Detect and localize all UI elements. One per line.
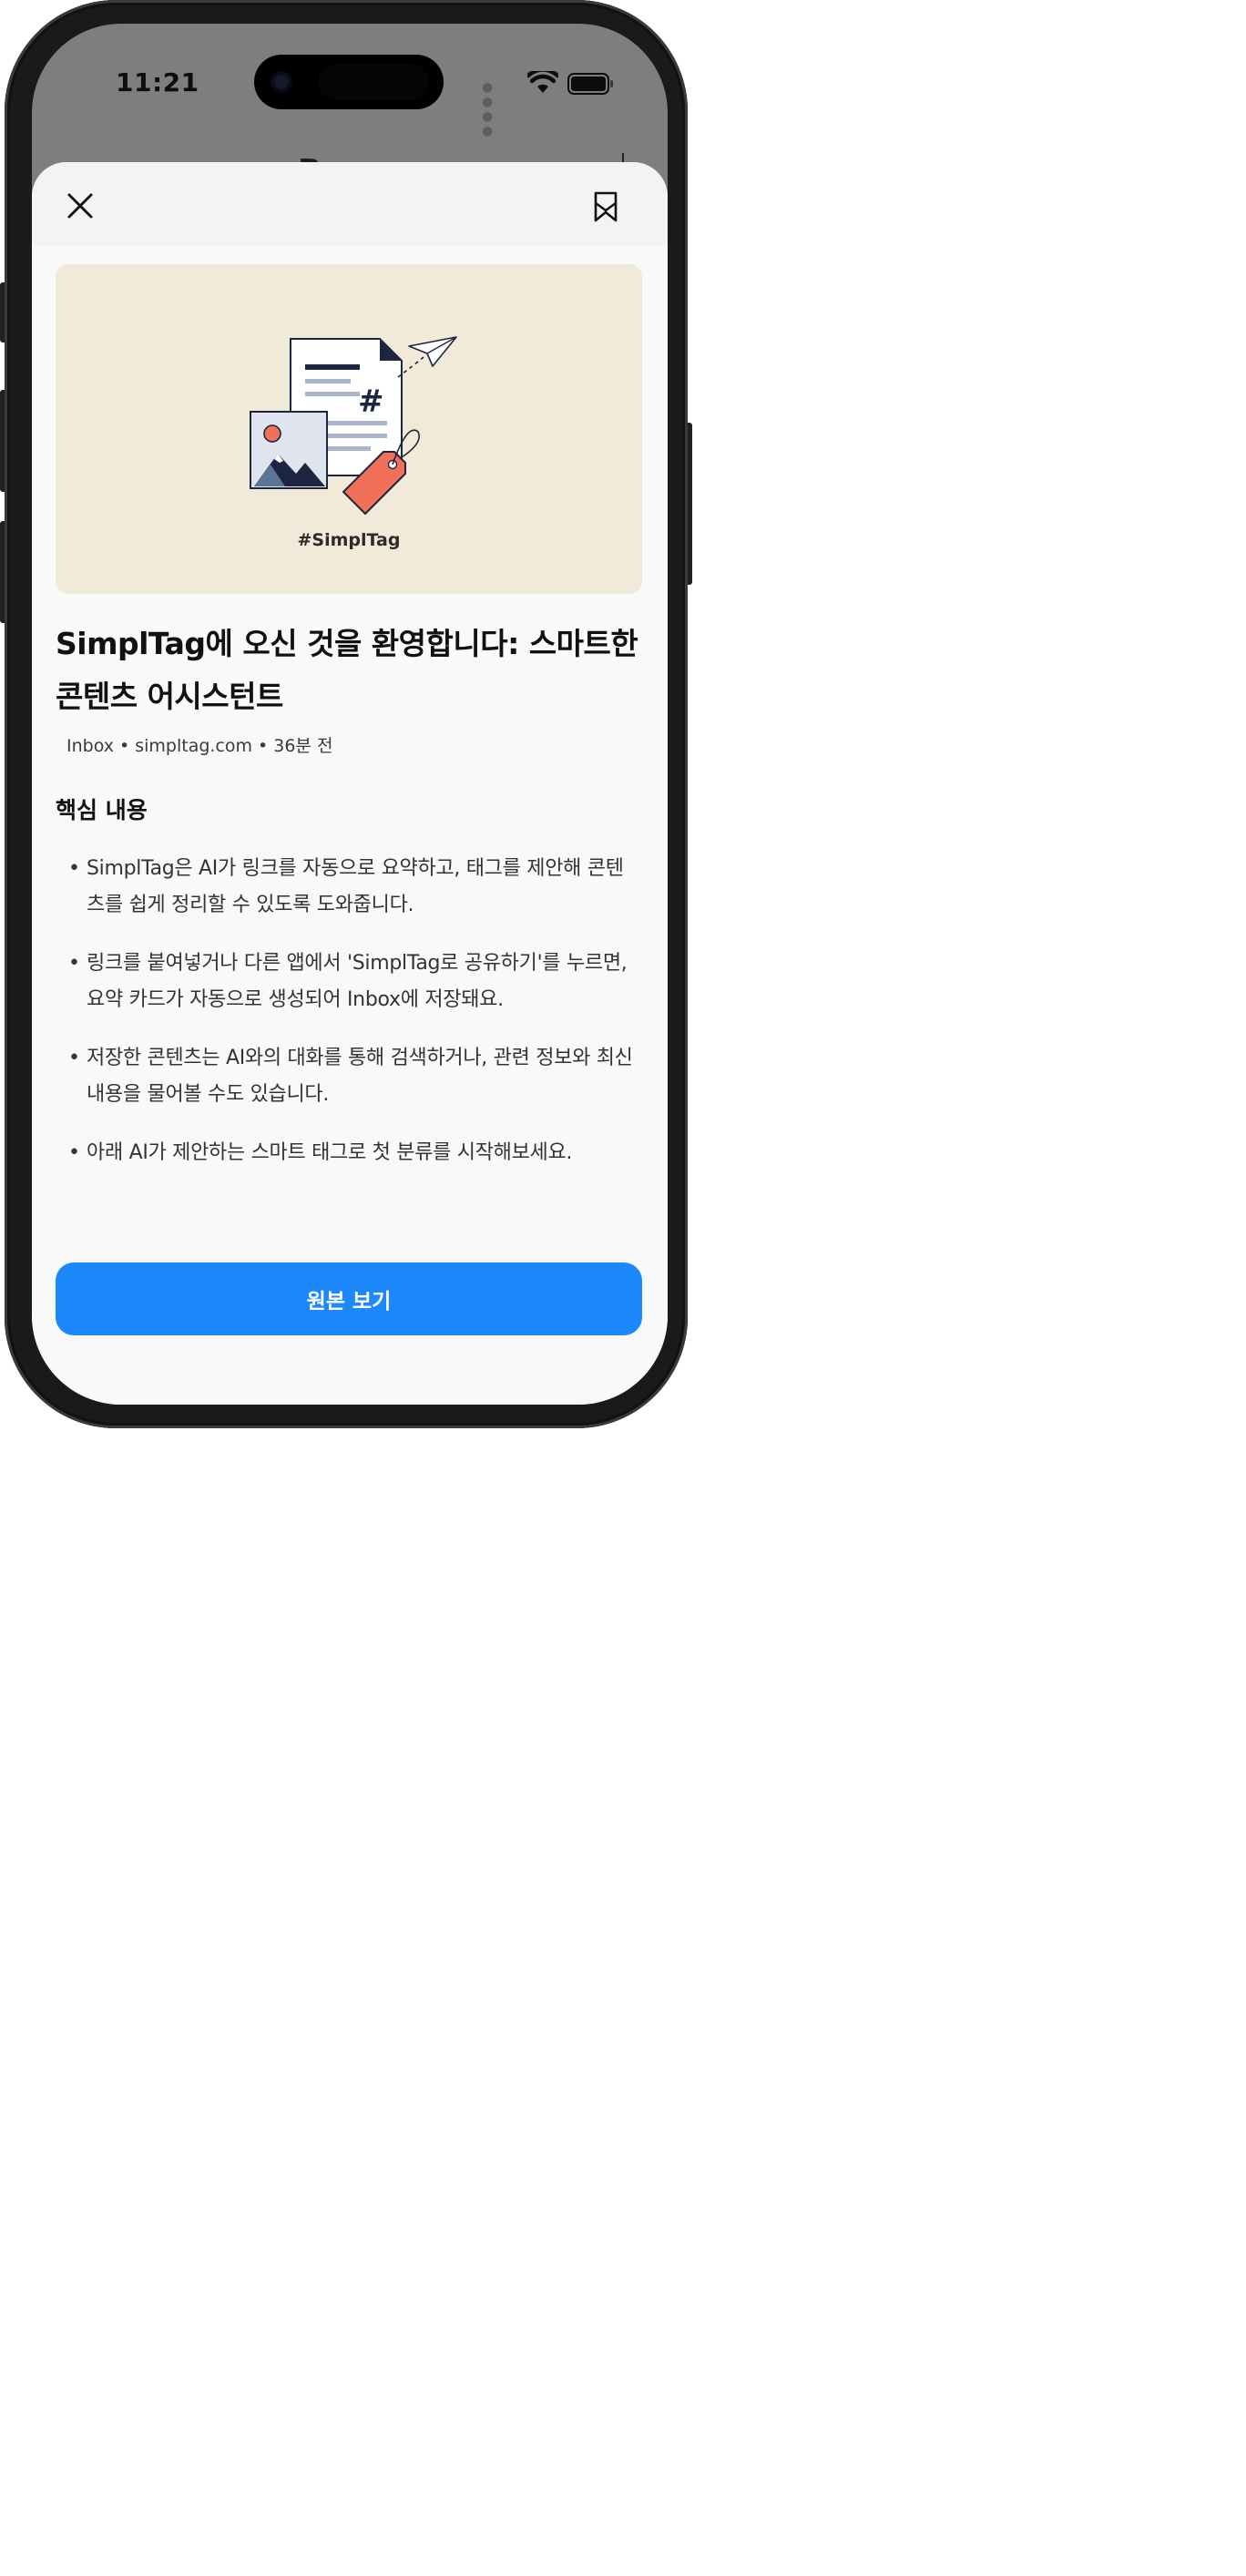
summary-bullet: • 저장한 콘텐츠는 AI와의 대화를 통해 검색하거나, 관련 정보와 최신 내… (68, 1040, 633, 1113)
dynamic-island (254, 55, 444, 109)
hero-caption: #SimplTag (297, 530, 401, 550)
sheet-header (32, 162, 668, 246)
hero-image: # #SimplTag (56, 264, 642, 594)
article-meta: Inbox • simpltag.com • 36분 전 (66, 732, 332, 757)
summary-heading: 핵심 내용 (56, 797, 148, 823)
device-frame: 11:21 ● ● ● ● Bxx...: (0, 0, 692, 1428)
close-icon (67, 193, 93, 219)
article-content[interactable]: # #SimplTag SimplTag에 오신 것을 환영합니다: 스마트한 … (32, 246, 668, 1257)
summary-list: • SimplTag은 AI가 링크를 자동으로 요약하고, 태그를 제안해 콘텐… (68, 851, 633, 1193)
summary-bullet: • 아래 AI가 제안하는 스마트 태그로 첫 분류를 시작해보세요. (68, 1135, 633, 1171)
summary-bullet-text: 저장한 콘텐츠는 AI와의 대화를 통해 검색하거나, 관련 정보와 최신 내용… (87, 1047, 633, 1106)
meta-time: 36분 전 (273, 736, 333, 756)
summary-bullet: • SimplTag은 AI가 링크를 자동으로 요약하고, 태그를 제안해 콘텐… (68, 851, 633, 924)
summary-bullet-text: 링크를 붙여넣거나 다른 앱에서 'SimplTag로 공유하기'를 누르면, … (87, 952, 628, 1011)
bullet-dot: • (68, 1047, 80, 1069)
open-original-button[interactable]: 원본 보기 (56, 1262, 642, 1335)
svg-text:#: # (358, 383, 384, 420)
article-detail-sheet: # #SimplTag SimplTag에 오신 것을 환영합니다: 스마트한 … (32, 162, 668, 1405)
summary-bullet: • 링크를 붙여넣거나 다른 앱에서 'SimplTag로 공유하기'를 누르면,… (68, 946, 633, 1018)
article-title: SimplTag에 오신 것을 환영합니다: 스마트한 콘텐츠 어시스턴트 (56, 626, 638, 714)
phone-body: 11:21 ● ● ● ● Bxx...: (5, 0, 688, 1428)
camera-icon (271, 71, 292, 93)
meta-source: Inbox (66, 736, 114, 756)
cellular-signal-icon: ● ● ● ● (482, 80, 495, 138)
meta-separator: • (119, 736, 130, 756)
bullet-dot: • (68, 1141, 80, 1164)
summary-bullet-text: SimplTag은 AI가 링크를 자동으로 요약하고, 태그를 제안해 콘텐츠… (87, 857, 624, 916)
wifi-icon (527, 71, 558, 93)
summary-bullet-text: 아래 AI가 제안하는 스마트 태그로 첫 분류를 시작해보세요. (87, 1141, 573, 1164)
status-time: 11:21 (116, 67, 199, 97)
bookmark-button[interactable] (582, 180, 629, 231)
bullet-dot: • (68, 857, 80, 880)
screen: 11:21 ● ● ● ● Bxx...: (32, 24, 668, 1405)
close-button[interactable] (54, 180, 108, 231)
meta-domain: simpltag.com (135, 736, 253, 756)
meta-separator: • (258, 736, 269, 756)
sensor-housing (318, 64, 429, 100)
bullet-dot: • (68, 952, 80, 975)
battery-icon (567, 73, 613, 95)
bookmark-icon (594, 191, 618, 222)
sheet-footer: 원본 보기 (32, 1253, 668, 1405)
